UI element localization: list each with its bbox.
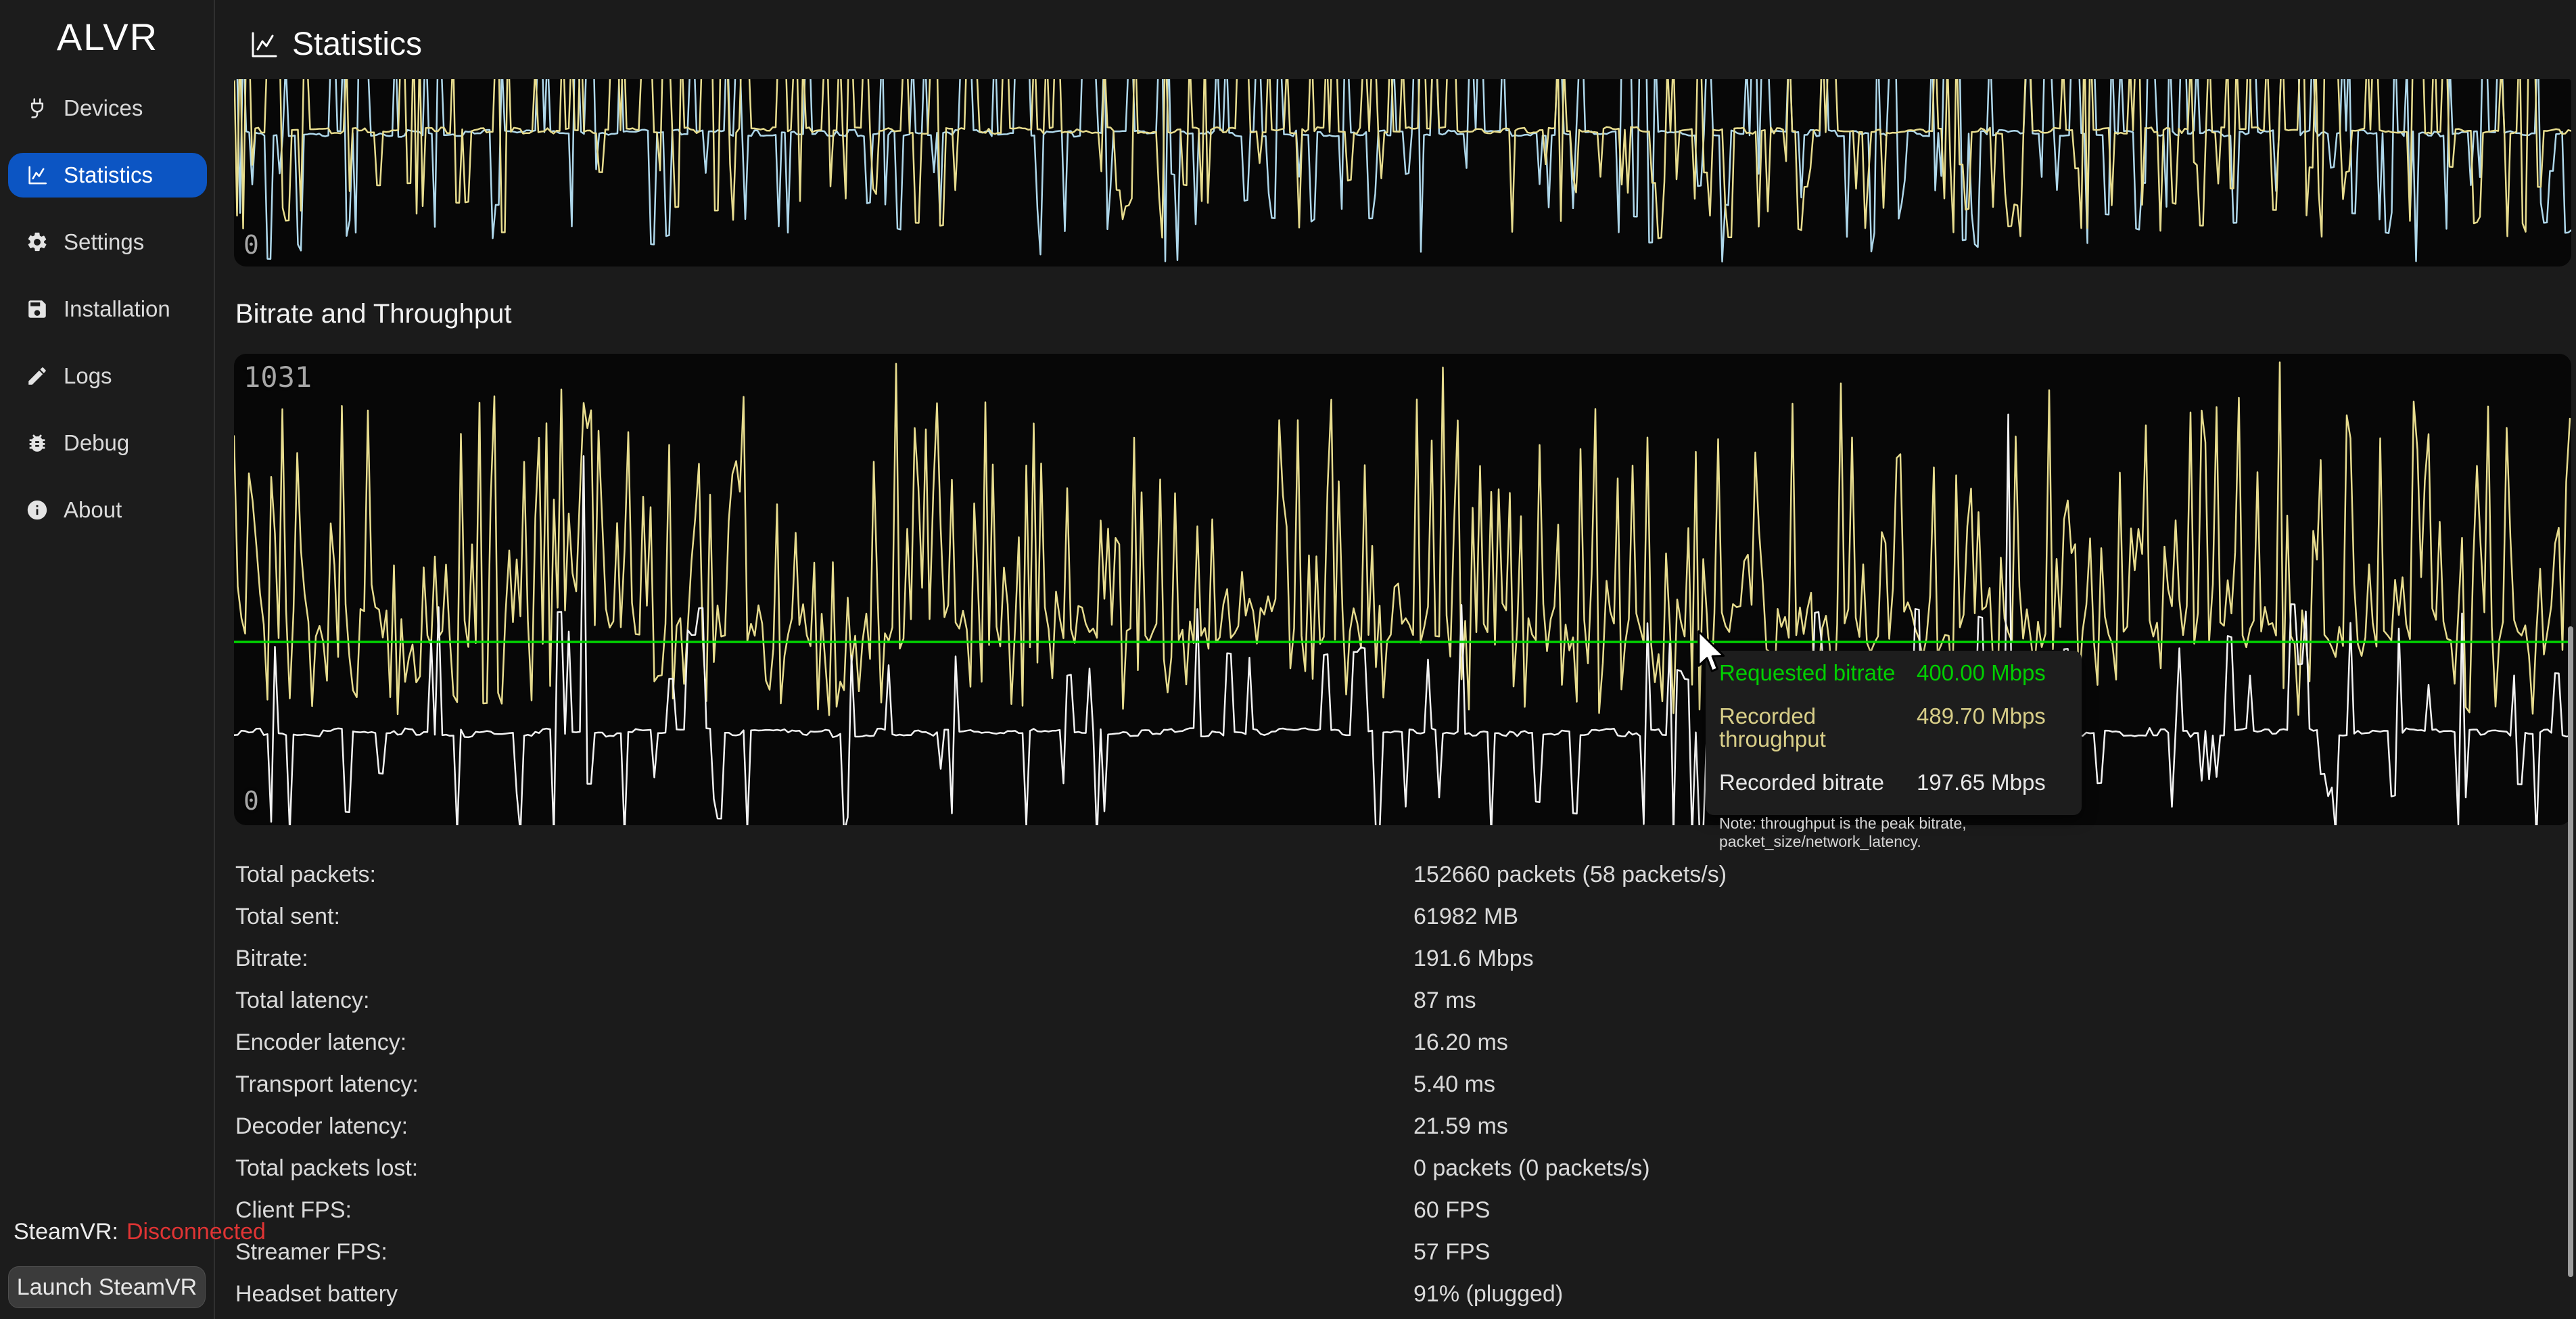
stat-row: Total latency:87 ms bbox=[235, 979, 2555, 1021]
stat-value: 0 packets (0 packets/s) bbox=[1413, 1155, 1650, 1182]
page-header: Statistics bbox=[248, 26, 422, 63]
stat-row: Client FPS:60 FPS bbox=[235, 1189, 2555, 1231]
sidebar: ALVR Devices Statistics Settings Installati… bbox=[0, 0, 215, 1319]
info-icon bbox=[26, 499, 49, 522]
stat-value: 61982 MB bbox=[1413, 904, 1518, 930]
sidebar-item-debug[interactable]: Debug bbox=[8, 421, 207, 465]
stat-value: 21.59 ms bbox=[1413, 1113, 1508, 1140]
stat-row: Decoder latency:21.59 ms bbox=[235, 1105, 2555, 1147]
stat-label: Total sent: bbox=[235, 904, 1413, 930]
steamvr-label: SteamVR: bbox=[14, 1219, 118, 1245]
floppy-icon bbox=[26, 298, 49, 321]
stat-label: Client FPS: bbox=[235, 1197, 1413, 1224]
stat-row: Total packets:152660 packets (58 packets… bbox=[235, 854, 2555, 896]
sidebar-item-label: Devices bbox=[64, 95, 143, 121]
sidebar-nav: Devices Statistics Settings Installation Log… bbox=[8, 86, 207, 555]
stat-label: Encoder latency: bbox=[235, 1029, 1413, 1056]
stat-label: Bitrate: bbox=[235, 946, 1413, 972]
statistics-header-icon bbox=[248, 28, 280, 61]
tooltip-row: Recorded throughput489.70 Mbps bbox=[1719, 705, 2068, 751]
bitrate-graph-plot bbox=[234, 354, 2571, 825]
stat-value: 87 ms bbox=[1413, 988, 1476, 1014]
sidebar-item-label: Settings bbox=[64, 229, 144, 255]
tooltip-row-value: 197.65 Mbps bbox=[1917, 771, 2046, 794]
alvr-dashboard: { "app": { "title": "ALVR" }, "sidebar":… bbox=[0, 0, 2576, 1319]
launch-steamvr-button[interactable]: Launch SteamVR bbox=[8, 1266, 206, 1308]
stat-row: Encoder latency:16.20 ms bbox=[235, 1021, 2555, 1063]
stat-label: Headset battery bbox=[235, 1281, 1413, 1308]
logs-icon bbox=[26, 365, 49, 388]
top-graph-ymin-label: 0 bbox=[243, 230, 259, 260]
stat-label: Transport latency: bbox=[235, 1071, 1413, 1098]
sidebar-item-about[interactable]: About bbox=[8, 488, 207, 532]
sidebar-item-devices[interactable]: Devices bbox=[8, 86, 207, 131]
sidebar-item-installation[interactable]: Installation bbox=[8, 287, 207, 331]
stat-label: Streamer FPS: bbox=[235, 1239, 1413, 1266]
chart-icon bbox=[26, 164, 49, 187]
bitrate-graph-canvas[interactable]: 1031 0 bbox=[234, 354, 2571, 825]
stat-value: 91% (plugged) bbox=[1413, 1281, 1563, 1308]
tooltip-note: Note: throughput is the peak bitrate, pa… bbox=[1719, 814, 2068, 851]
stat-value: 152660 packets (58 packets/s) bbox=[1413, 862, 1727, 888]
tooltip-row: Recorded bitrate197.65 Mbps bbox=[1719, 771, 2068, 794]
top-graph-plot bbox=[234, 79, 2571, 267]
stat-row: Transport latency:5.40 ms bbox=[235, 1063, 2555, 1105]
stat-value: 57 FPS bbox=[1413, 1239, 1490, 1266]
steamvr-status-row: SteamVR:Disconnected bbox=[14, 1219, 266, 1245]
stat-row: Total sent:61982 MB bbox=[235, 896, 2555, 938]
tooltip-rows: Requested bitrate400.00 MbpsRecorded thr… bbox=[1719, 662, 2068, 794]
gear-icon bbox=[26, 231, 49, 254]
stat-value: 191.6 Mbps bbox=[1413, 946, 1534, 972]
sidebar-item-label: Logs bbox=[64, 363, 112, 389]
top-graph-canvas[interactable]: 0 bbox=[234, 79, 2571, 267]
bitrate-hover-tooltip: Requested bitrate400.00 MbpsRecorded thr… bbox=[1706, 651, 2082, 815]
tooltip-row-label: Recorded bitrate bbox=[1719, 771, 1917, 794]
mouse-cursor bbox=[1696, 629, 1727, 678]
tooltip-row-label: Recorded throughput bbox=[1719, 705, 1917, 751]
page-title: Statistics bbox=[292, 26, 422, 63]
stat-row: Bitrate:191.6 Mbps bbox=[235, 938, 2555, 979]
tooltip-row-value: 489.70 Mbps bbox=[1917, 705, 2046, 751]
stat-row: Headset battery91% (plugged) bbox=[235, 1273, 2555, 1315]
bug-icon bbox=[26, 432, 49, 455]
app-title: ALVR bbox=[0, 15, 215, 59]
stat-label: Total packets: bbox=[235, 862, 1413, 888]
stat-value: 60 FPS bbox=[1413, 1197, 1490, 1224]
stat-label: Total packets lost: bbox=[235, 1155, 1413, 1182]
sidebar-item-statistics[interactable]: Statistics bbox=[8, 153, 207, 198]
vertical-scrollbar-thumb[interactable] bbox=[2568, 626, 2573, 1277]
sidebar-item-label: Statistics bbox=[64, 162, 153, 188]
tooltip-row: Requested bitrate400.00 Mbps bbox=[1719, 662, 2068, 685]
sidebar-item-settings[interactable]: Settings bbox=[8, 220, 207, 264]
statistics-table: Total packets:152660 packets (58 packets… bbox=[235, 854, 2555, 1315]
sidebar-item-logs[interactable]: Logs bbox=[8, 354, 207, 398]
stat-label: Decoder latency: bbox=[235, 1113, 1413, 1140]
tooltip-row-label: Requested bitrate bbox=[1719, 662, 1917, 685]
bitrate-graph-ymin-label: 0 bbox=[243, 786, 259, 816]
stat-row: Total packets lost:0 packets (0 packets/… bbox=[235, 1147, 2555, 1189]
stat-row: Streamer FPS:57 FPS bbox=[235, 1231, 2555, 1273]
sidebar-item-label: About bbox=[64, 497, 122, 523]
sidebar-item-label: Debug bbox=[64, 430, 129, 456]
bitrate-section-title: Bitrate and Throughput bbox=[235, 299, 511, 329]
stat-value: 16.20 ms bbox=[1413, 1029, 1508, 1056]
sidebar-item-label: Installation bbox=[64, 296, 170, 322]
bitrate-graph-ymax-label: 1031 bbox=[243, 361, 312, 394]
stat-value: 5.40 ms bbox=[1413, 1071, 1495, 1098]
stat-label: Total latency: bbox=[235, 988, 1413, 1014]
plug-icon bbox=[26, 97, 49, 120]
tooltip-row-value: 400.00 Mbps bbox=[1917, 662, 2046, 685]
